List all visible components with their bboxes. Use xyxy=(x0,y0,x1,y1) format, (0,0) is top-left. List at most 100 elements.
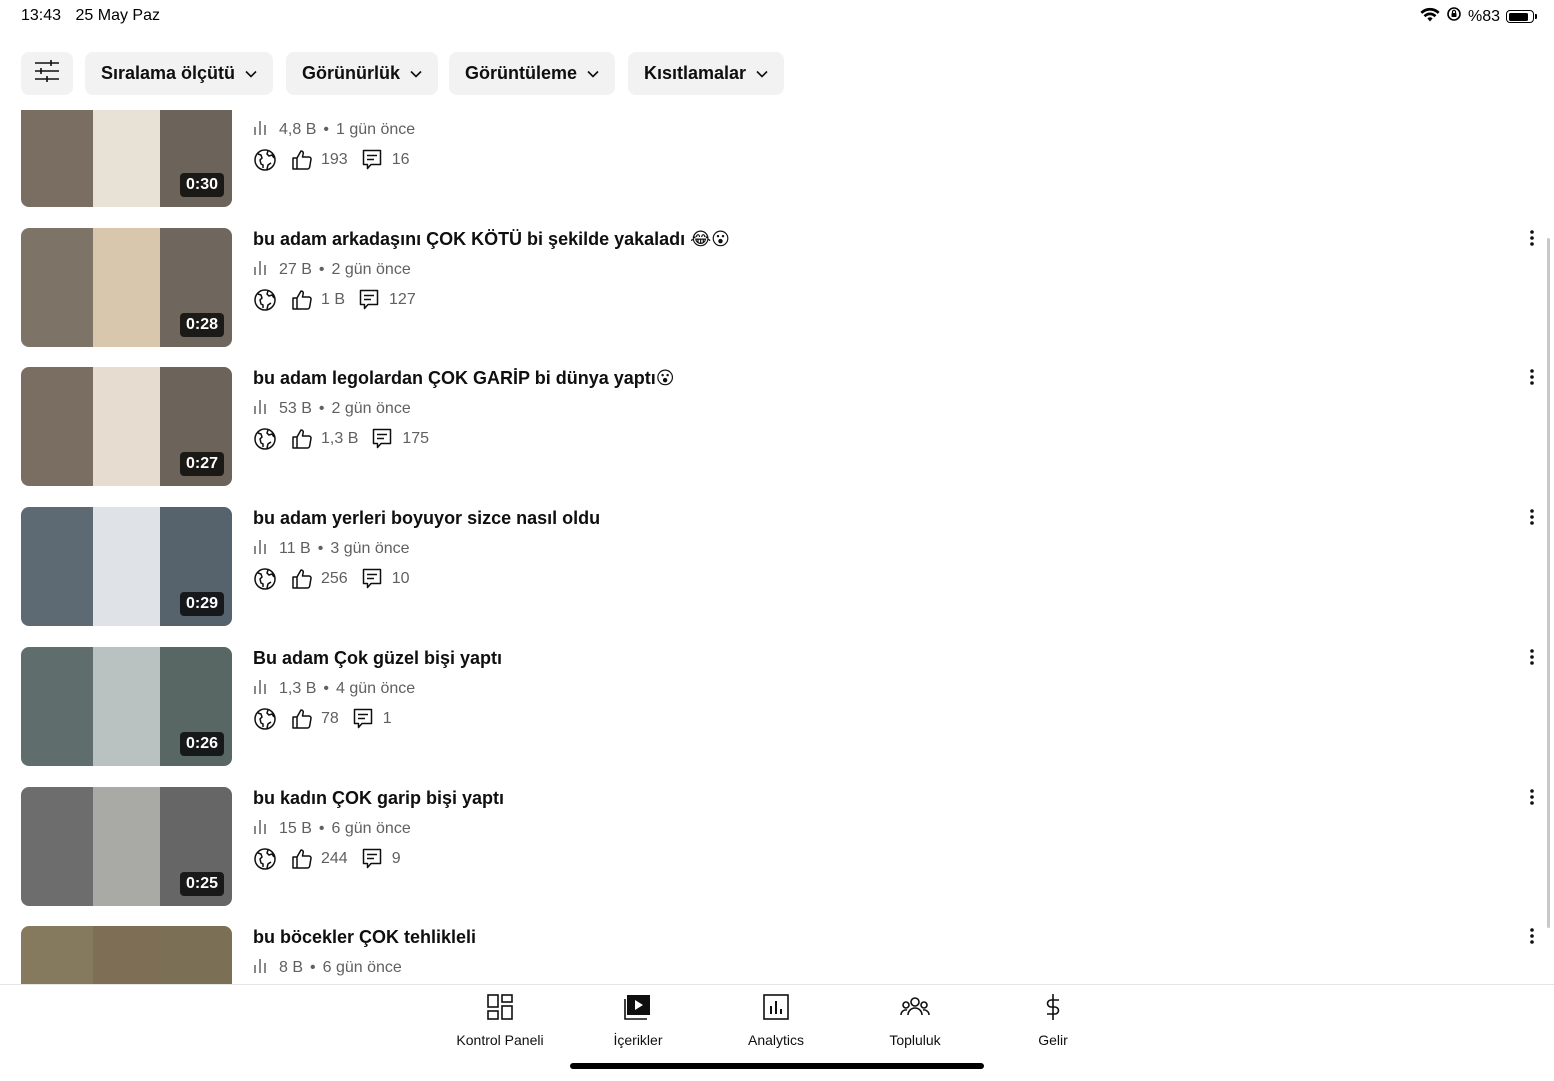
status-left: 13:43 25 May Paz xyxy=(21,7,160,25)
video-row[interactable]: 0:29 bu adam yerleri boyuyor sizce nasıl… xyxy=(0,507,1554,627)
video-stats: 244 9 xyxy=(253,847,401,871)
separator-dot: • xyxy=(318,260,325,278)
video-thumbnail[interactable]: 0:29 xyxy=(21,507,232,626)
orientation-lock-icon xyxy=(1446,6,1462,27)
thumbnail-background xyxy=(21,367,93,486)
nav-analytics[interactable]: Analytics xyxy=(716,993,836,1048)
more-options-button[interactable] xyxy=(1522,648,1542,670)
public-globe-icon xyxy=(253,148,277,172)
wifi-icon xyxy=(1420,7,1440,27)
thumbnail-background xyxy=(160,926,232,984)
chevron-down-icon xyxy=(756,70,768,78)
video-row[interactable]: 0:28 bu adam arkadaşını ÇOK KÖTÜ bi şeki… xyxy=(0,228,1554,348)
vertical-dots-icon xyxy=(1530,508,1534,530)
thumbnail-background xyxy=(21,647,93,766)
chevron-down-icon xyxy=(410,70,422,78)
video-views: 27 B xyxy=(279,260,312,278)
separator-dot: • xyxy=(323,679,329,697)
video-likes: 256 xyxy=(321,570,348,587)
more-options-button[interactable] xyxy=(1522,788,1542,810)
video-thumbnail[interactable]: 0:30 xyxy=(21,110,232,207)
video-title[interactable]: bu adam arkadaşını ÇOK KÖTÜ bi şekilde y… xyxy=(253,229,730,250)
more-options-button[interactable] xyxy=(1522,927,1542,948)
video-row[interactable]: 0:26 Bu adam Çok güzel bişi yaptı 1,3 B … xyxy=(0,647,1554,767)
visibility-filter-chip[interactable]: Görünürlük xyxy=(286,52,438,95)
sort-filter-chip[interactable]: Sıralama ölçütü xyxy=(85,52,274,95)
separator-dot: • xyxy=(318,399,325,417)
public-globe-icon xyxy=(253,288,277,312)
video-views: 8 B xyxy=(279,958,304,976)
scrollbar[interactable] xyxy=(1547,238,1550,928)
video-row[interactable]: 0:25 bu kadın ÇOK garip bişi yaptı 15 B … xyxy=(0,787,1554,907)
nav-earn[interactable]: Gelir xyxy=(993,993,1113,1048)
video-title[interactable]: bu adam yerleri boyuyor sizce nasıl oldu xyxy=(253,508,600,529)
video-views: 1,3 B xyxy=(279,679,317,697)
video-thumbnail[interactable]: 0:27 xyxy=(21,367,232,486)
video-comments: 175 xyxy=(402,430,430,447)
status-time: 13:43 xyxy=(21,7,62,24)
video-thumbnail[interactable]: 0:28 xyxy=(21,228,232,347)
chip-label: Sıralama ölçütü xyxy=(101,63,236,83)
sliders-icon xyxy=(34,59,60,88)
filter-settings-button[interactable] xyxy=(21,52,73,95)
nav-community[interactable]: Topluluk xyxy=(855,993,975,1048)
video-age: 3 gün önce xyxy=(330,539,410,557)
vertical-dots-icon xyxy=(1530,229,1534,251)
nav-label: Topluluk xyxy=(889,1032,941,1048)
video-row[interactable]: 0:30 4,8 B • 1 gün önce 193 16 xyxy=(0,110,1554,208)
chevron-down-icon xyxy=(245,70,257,78)
thumbs-up-icon xyxy=(291,708,313,730)
thumbs-up-icon xyxy=(291,428,313,450)
restrictions-filter-chip[interactable]: Kısıtlamalar xyxy=(628,52,785,95)
video-stats: 193 16 xyxy=(253,148,410,172)
thumbnail-image xyxy=(93,110,160,207)
video-comments: 9 xyxy=(391,850,401,867)
dashboard-icon xyxy=(486,993,514,1026)
video-thumbnail[interactable]: 0:26 xyxy=(21,647,232,766)
views-icon xyxy=(253,678,269,699)
chip-label: Görüntüleme xyxy=(465,63,578,83)
comment-icon xyxy=(372,428,392,450)
more-options-button[interactable] xyxy=(1522,508,1542,530)
video-title[interactable]: Bu adam Çok güzel bişi yaptı xyxy=(253,648,502,669)
separator-dot: • xyxy=(317,539,324,557)
vertical-dots-icon xyxy=(1530,788,1534,810)
video-thumbnail[interactable]: 0:25 xyxy=(21,787,232,906)
video-comments: 16 xyxy=(391,151,410,168)
nav-content[interactable]: İçerikler xyxy=(578,993,698,1048)
thumbs-up-icon xyxy=(291,848,313,870)
video-row[interactable]: 0:27 bu adam legolardan ÇOK GARİP bi dün… xyxy=(0,367,1554,487)
more-options-button[interactable] xyxy=(1522,368,1542,389)
video-row[interactable]: bu böcekler ÇOK tehlikleli 8 B • 6 gün ö… xyxy=(0,926,1554,984)
thumbnail-image xyxy=(93,926,160,984)
video-likes: 244 xyxy=(321,850,348,867)
video-thumbnail[interactable] xyxy=(21,926,232,984)
earn-icon xyxy=(1039,993,1067,1026)
video-views: 53 B xyxy=(279,399,312,417)
nav-label: Analytics xyxy=(747,1032,805,1048)
video-title[interactable]: bu böcekler ÇOK tehlikleli xyxy=(253,927,476,948)
comment-icon xyxy=(353,708,373,730)
thumbnail-image xyxy=(93,367,160,486)
video-views: 4,8 B xyxy=(279,120,317,138)
public-globe-icon xyxy=(253,847,277,871)
views-filter-chip[interactable]: Görüntüleme xyxy=(449,52,616,95)
chip-label: Görünürlük xyxy=(302,63,400,83)
nav-dashboard[interactable]: Kontrol Paneli xyxy=(440,993,560,1048)
separator-dot: • xyxy=(310,958,316,976)
video-age: 2 gün önce xyxy=(331,399,411,417)
video-title[interactable]: bu adam legolardan ÇOK GARİP bi dünya ya… xyxy=(253,368,675,389)
video-meta: 1,3 B • 4 gün önce xyxy=(253,678,415,699)
home-indicator[interactable] xyxy=(570,1063,984,1069)
video-title[interactable]: bu kadın ÇOK garip bişi yaptı xyxy=(253,788,504,809)
video-duration: 0:29 xyxy=(179,592,224,616)
video-comments: 127 xyxy=(389,291,416,308)
more-options-button[interactable] xyxy=(1522,229,1542,251)
video-stats: 1 B 127 xyxy=(253,288,416,312)
analytics-icon xyxy=(762,993,790,1026)
video-age: 4 gün önce xyxy=(335,679,416,697)
battery-icon xyxy=(1506,10,1537,23)
vertical-dots-icon xyxy=(1530,648,1534,670)
nav-label: Kontrol Paneli xyxy=(456,1032,544,1048)
comment-icon xyxy=(359,289,379,311)
